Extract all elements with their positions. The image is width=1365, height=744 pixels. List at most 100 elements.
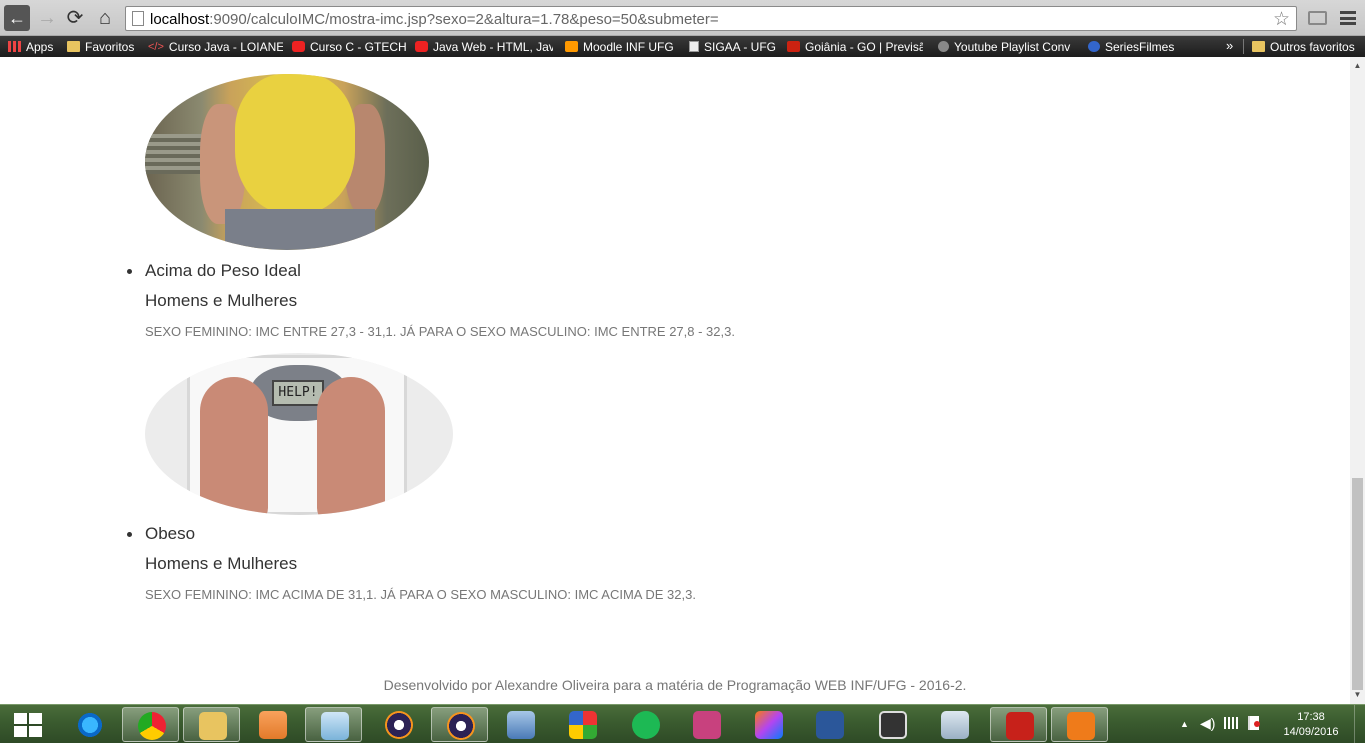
taskbar-eclipse-2[interactable] [431, 707, 488, 742]
cast-icon[interactable] [1308, 11, 1327, 25]
bullet-icon [127, 269, 132, 274]
bookmark-label: Moodle INF UFG [583, 39, 674, 54]
tray-expand-icon[interactable]: ▲ [1180, 719, 1189, 729]
bookmark-label: Java Web - HTML, Jav [433, 39, 553, 54]
foot-shape [317, 377, 385, 515]
reload-button[interactable]: ⟳ [62, 5, 88, 31]
taskbar-notepad[interactable] [305, 707, 362, 742]
bookmark-moodle[interactable]: Moodle INF UFG [565, 38, 680, 55]
item-description: SEXO FEMININO: IMC ACIMA DE 31,1. JÁ PAR… [145, 587, 696, 602]
calculator-icon [941, 711, 969, 739]
media-player-icon [259, 711, 287, 739]
url-path: :9090/calculoIMC/mostra-imc.jsp?sexo=2&a… [209, 11, 719, 28]
overweight-person-image [145, 74, 429, 250]
url-host: localhost [150, 11, 210, 28]
bookmark-label: Youtube Playlist Conv [954, 39, 1071, 54]
bookmarks-bar: Apps Favoritos </> Curso Java - LOIANE Cu… [0, 36, 1365, 57]
pants-shape [225, 209, 375, 250]
taskbar-terminal[interactable] [864, 707, 921, 742]
intellij-icon [755, 711, 783, 739]
youtube-icon [292, 41, 305, 52]
address-bar[interactable]: localhost:9090/calculoIMC/mostra-imc.jsp… [125, 6, 1297, 31]
taskbar-media-player[interactable] [244, 707, 301, 742]
taskbar-windows-app[interactable] [554, 707, 611, 742]
foot-shape [200, 377, 268, 515]
url-text[interactable]: localhost:9090/calculoIMC/mostra-imc.jsp… [150, 11, 719, 28]
bookmark-curso-java[interactable]: </> Curso Java - LOIANE [148, 38, 283, 55]
moodle-icon [565, 41, 578, 52]
vertical-scrollbar[interactable]: ▲ ▼ [1350, 57, 1365, 704]
bookmark-curso-c[interactable]: Curso C - GTECH [292, 38, 407, 55]
windows-logo-icon [569, 711, 597, 739]
bookmark-favoritos[interactable]: Favoritos [67, 38, 141, 55]
taskbar-virtualbox[interactable] [492, 707, 549, 742]
bookmark-label: Curso Java - LOIANE [168, 39, 283, 54]
home-button[interactable]: ⌂ [92, 5, 118, 31]
show-desktop-button[interactable] [1354, 705, 1365, 744]
taskbar-internet-explorer[interactable] [61, 707, 118, 742]
bookmark-java-web[interactable]: Java Web - HTML, Jav [415, 38, 553, 55]
acrobat-icon [1006, 712, 1034, 740]
page-footer: Desenvolvido por Alexandre Oliveira para… [383, 677, 967, 693]
taskbar-foxit-pdf[interactable] [1051, 707, 1108, 742]
page-viewport: Acima do Peso Ideal Homens e Mulheres SE… [0, 57, 1350, 704]
bullet-icon [127, 532, 132, 537]
taskbar-astah[interactable] [678, 707, 735, 742]
weather-icon [787, 41, 800, 52]
bookmark-youtube-playlist[interactable]: Youtube Playlist Conv [938, 38, 1073, 55]
bookmark-seriesfilmes[interactable]: SeriesFilmes [1088, 38, 1178, 55]
list-item: Obeso Homens e Mulheres SEXO FEMININO: I… [127, 524, 696, 602]
bookmark-label: Goiânia - GO | Previsã [805, 39, 923, 54]
taskbar-acrobat[interactable] [990, 707, 1047, 742]
page-icon [689, 41, 699, 52]
apps-icon [8, 41, 21, 52]
bookmarks-overflow-button[interactable]: » [1226, 38, 1233, 53]
system-clock[interactable]: 17:38 14/09/2016 [1276, 710, 1346, 740]
series-icon [1088, 41, 1100, 52]
windows-start-icon [14, 713, 42, 737]
bookmark-goiania[interactable]: Goiânia - GO | Previsã [787, 38, 923, 55]
taskbar-spotify[interactable] [617, 707, 674, 742]
page-icon [132, 11, 144, 26]
scroll-up-arrow-icon[interactable]: ▲ [1350, 61, 1365, 71]
volume-icon[interactable]: ◀) [1200, 715, 1215, 732]
eclipse-icon [447, 712, 475, 740]
clock-time: 17:38 [1297, 711, 1325, 723]
start-button[interactable] [6, 708, 50, 742]
action-center-flag-icon[interactable] [1248, 716, 1260, 730]
spotify-icon [632, 711, 660, 739]
taskbar-file-explorer[interactable] [183, 707, 240, 742]
taskbar-calculator[interactable] [926, 707, 983, 742]
taskbar-word[interactable] [801, 707, 858, 742]
bathroom-scale-image: HELP! [145, 353, 453, 515]
browser-toolbar: ← → ⟳ ⌂ localhost:9090/calculoIMC/mostra… [0, 0, 1365, 36]
bookmarks-divider [1243, 39, 1244, 54]
bookmark-label: Outros favoritos [1270, 39, 1355, 54]
bookmark-sigaa[interactable]: SIGAA - UFG [689, 38, 779, 55]
eclipse-icon [385, 711, 413, 739]
network-signal-icon[interactable] [1224, 717, 1238, 729]
taskbar-eclipse[interactable] [370, 707, 427, 742]
taskbar-chrome[interactable] [122, 707, 179, 742]
scroll-down-arrow-icon[interactable]: ▼ [1350, 690, 1365, 700]
bookmark-label: Curso C - GTECH [310, 39, 407, 54]
notepad-icon [321, 712, 349, 740]
scrollbar-thumb[interactable] [1352, 478, 1363, 690]
bookmark-star-icon[interactable]: ☆ [1273, 8, 1290, 31]
taskbar-intellij[interactable] [740, 707, 797, 742]
bookmark-apps[interactable]: Apps [8, 38, 60, 55]
internet-explorer-icon [76, 711, 104, 739]
bookmark-outros-favoritos[interactable]: Outros favoritos [1252, 38, 1362, 55]
folder-icon [67, 41, 80, 52]
item-description: SEXO FEMININO: IMC ENTRE 27,3 - 31,1. JÁ… [145, 324, 735, 339]
windows-taskbar: ▲ ◀) 17:38 14/09/2016 [0, 704, 1365, 744]
clock-date: 14/09/2016 [1283, 726, 1339, 738]
code-icon: </> [148, 40, 164, 53]
back-button[interactable]: ← [4, 5, 30, 31]
list-item: Acima do Peso Ideal Homens e Mulheres SE… [127, 261, 735, 339]
chrome-icon [138, 712, 166, 740]
forward-button[interactable]: → [34, 5, 60, 31]
virtualbox-icon [507, 711, 535, 739]
menu-icon[interactable] [1340, 11, 1356, 25]
file-explorer-icon [199, 712, 227, 740]
